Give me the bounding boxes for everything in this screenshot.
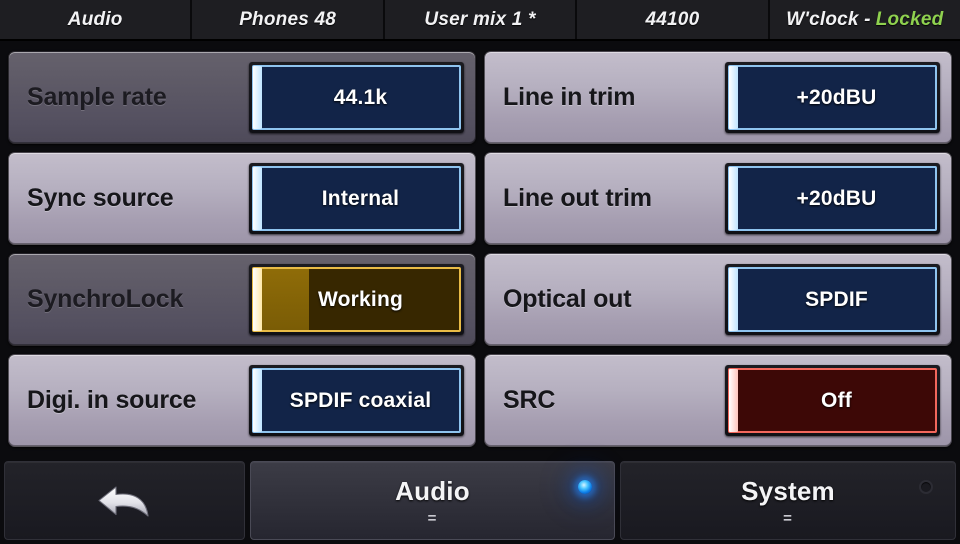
setting-value-digi-in-source[interactable]: SPDIF coaxial [249,365,464,436]
settings-column-right: Line in trim +20dBU Line out trim +20dBU [484,51,952,455]
bottom-nav-bar: Audio = System = [0,456,960,544]
setting-label-optical-out: Optical out [503,285,632,313]
setting-row-sync-source[interactable]: Sync source Internal [8,152,476,245]
setting-value-line-in-trim[interactable]: +20dBU [725,62,940,133]
settings-column-left: Sample rate 44.1k Sync source Internal S… [8,51,476,455]
setting-row-src[interactable]: SRC Off [484,354,952,447]
setting-row-line-in-trim[interactable]: Line in trim +20dBU [484,51,952,144]
setting-value-text-synchrolock: Working [317,287,403,311]
status-segment-mode[interactable]: Audio [0,0,193,39]
setting-value-text-line-in-trim: +20dBU [796,85,877,109]
setting-value-src[interactable]: Off [725,365,940,436]
setting-value-text-optical-out: SPDIF [805,287,868,311]
tab-system-label: System [741,475,835,506]
setting-value-text-sync-source: Internal [321,186,400,210]
setting-label-src: SRC [503,386,556,414]
status-segment-output[interactable]: Phones 48 [192,0,385,39]
back-button[interactable] [4,461,245,540]
setting-value-optical-out[interactable]: SPDIF [725,264,940,335]
value-indicator-bar [729,167,738,230]
setting-value-synchrolock[interactable]: Working [249,264,464,335]
setting-row-digi-in-source[interactable]: Digi. in source SPDIF coaxial [8,354,476,447]
setting-row-optical-out[interactable]: Optical out SPDIF [484,253,952,346]
setting-value-text-line-out-trim: +20dBU [796,186,877,210]
setting-row-line-out-trim[interactable]: Line out trim +20dBU [484,152,952,245]
value-indicator-bar [253,167,262,230]
value-indicator-bar [729,66,738,129]
status-mode-text: Audio [67,8,123,30]
tab-audio-sub-glyph: = [427,509,438,527]
status-segment-wordclock[interactable]: W'clock - Locked [770,0,960,39]
setting-value-sync-source[interactable]: Internal [249,163,464,234]
back-arrow-icon [97,485,149,517]
status-segment-mix[interactable]: User mix 1 * [385,0,578,39]
setting-row-sample-rate[interactable]: Sample rate 44.1k [8,51,476,144]
status-bar: Audio Phones 48 User mix 1 * 44100 W'clo… [0,0,960,41]
status-segment-samplerate[interactable]: 44100 [577,0,770,39]
tab-audio-led-icon [578,480,592,494]
setting-row-synchrolock[interactable]: SynchroLock Working [8,253,476,346]
setting-label-sync-source: Sync source [27,184,174,212]
status-output-text: Phones 48 [239,8,337,30]
tab-audio-label: Audio [395,475,470,506]
setting-label-digi-in-source: Digi. in source [27,386,197,414]
setting-label-sample-rate: Sample rate [27,83,167,111]
value-indicator-bar [253,268,262,331]
setting-value-text-digi-in-source: SPDIF coaxial [289,388,432,412]
value-indicator-bar [729,268,738,331]
setting-label-line-in-trim: Line in trim [503,83,636,111]
status-samplerate-text: 44100 [645,8,700,30]
tab-system-sub-glyph: = [783,509,793,527]
setting-value-text-sample-rate: 44.1k [333,85,388,109]
setting-value-line-out-trim[interactable]: +20dBU [725,163,940,234]
tab-system[interactable]: System = [620,461,956,540]
settings-grid: Sample rate 44.1k Sync source Internal S… [0,43,960,455]
status-mix-text: User mix 1 * [424,8,536,30]
wordclock-label: W'clock - [786,8,871,30]
value-indicator-bar [253,369,262,432]
setting-label-line-out-trim: Line out trim [503,184,652,212]
setting-label-synchrolock: SynchroLock [27,285,184,313]
setting-value-text-src: Off [821,388,852,412]
value-indicator-bar [729,369,738,432]
tab-audio[interactable]: Audio = [250,461,615,540]
tab-system-led-icon [919,480,933,494]
wordclock-status: Locked [875,8,944,30]
device-screen: Audio Phones 48 User mix 1 * 44100 W'clo… [0,0,960,544]
value-indicator-bar [253,66,262,129]
progress-fill [254,269,310,330]
setting-value-sample-rate[interactable]: 44.1k [249,62,464,133]
